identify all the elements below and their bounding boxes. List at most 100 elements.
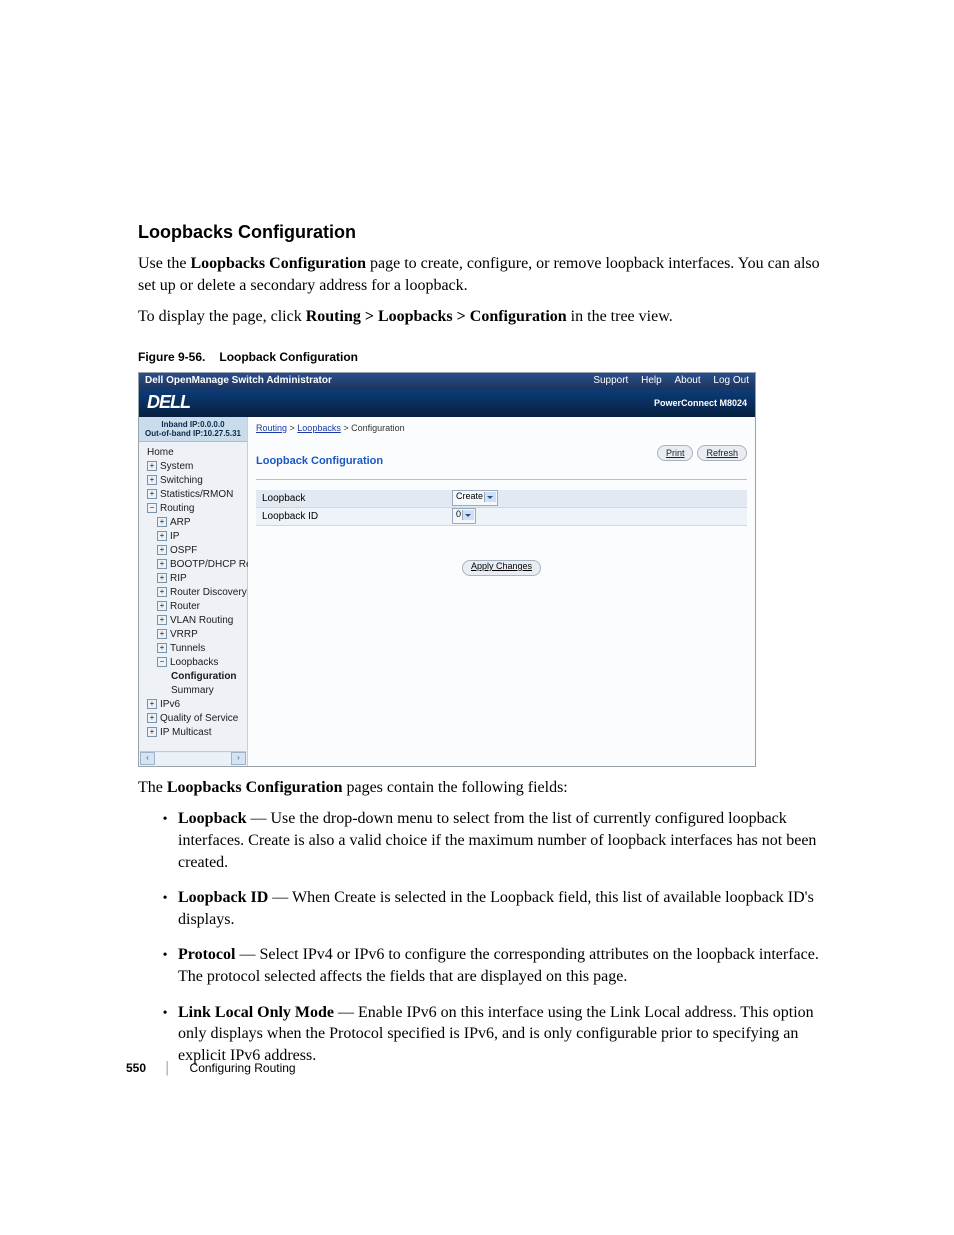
expand-icon[interactable]: + (157, 601, 167, 611)
row-loopback-id: Loopback ID 0 (256, 508, 747, 526)
list-item: Protocol — Select IPv4 or IPv6 to config… (178, 944, 834, 987)
separator: │ (164, 1061, 172, 1075)
text: Use the (138, 255, 190, 272)
expand-icon[interactable]: + (157, 587, 167, 597)
expand-icon[interactable]: + (147, 699, 157, 709)
tree-routing[interactable]: −Routing (141, 502, 245, 516)
expand-icon[interactable]: + (157, 545, 167, 555)
scroll-left-icon[interactable]: ‹ (140, 752, 155, 765)
expand-icon[interactable]: + (147, 461, 157, 471)
text: To display the page, click (138, 308, 306, 325)
screenshot: Dell OpenManage Switch Administrator Sup… (138, 372, 756, 767)
expand-icon[interactable]: + (157, 517, 167, 527)
tree-bootp[interactable]: +BOOTP/DHCP Relay Ag (141, 558, 245, 572)
ip-info: Inband IP:0.0.0.0 Out-of-band IP:10.27.5… (139, 417, 247, 442)
label: VRRP (170, 629, 198, 640)
tree-ip-multicast[interactable]: +IP Multicast (141, 726, 245, 740)
expand-icon[interactable]: + (157, 615, 167, 625)
tree-arp[interactable]: +ARP (141, 516, 245, 530)
collapse-icon[interactable]: − (157, 657, 167, 667)
label: Router Discovery (170, 587, 247, 598)
link-about[interactable]: About (674, 375, 700, 386)
collapse-icon[interactable]: − (147, 503, 157, 513)
expand-icon[interactable]: + (147, 713, 157, 723)
tree-ip[interactable]: +IP (141, 530, 245, 544)
label: Configuration (171, 671, 237, 682)
expand-icon[interactable]: + (147, 475, 157, 485)
breadcrumb-routing[interactable]: Routing (256, 423, 287, 433)
row-loopback: Loopback Create (256, 490, 747, 508)
product-name: PowerConnect M8024 (654, 398, 747, 408)
link-logout[interactable]: Log Out (713, 375, 749, 386)
label-loopback-id: Loopback ID (256, 511, 452, 522)
expand-icon[interactable]: + (147, 489, 157, 499)
expand-icon[interactable]: + (157, 531, 167, 541)
tree-ipv6[interactable]: +IPv6 (141, 698, 245, 712)
label: RIP (170, 573, 187, 584)
expand-icon[interactable]: + (147, 727, 157, 737)
section-name: Configuring Routing (190, 1061, 296, 1075)
field-desc: — Select IPv4 or IPv6 to configure the c… (178, 946, 819, 985)
tree-loopbacks-configuration[interactable]: Configuration (141, 670, 245, 684)
label: IP (170, 531, 179, 542)
tree-switching[interactable]: +Switching (141, 474, 245, 488)
section-heading: Loopbacks Configuration (138, 222, 834, 243)
label: IP Multicast (160, 727, 212, 738)
list-item: Loopback ID — When Create is selected in… (178, 887, 834, 930)
text: The (138, 779, 167, 796)
label: Routing (160, 503, 194, 514)
link-help[interactable]: Help (641, 375, 662, 386)
label: Home (147, 447, 174, 458)
breadcrumb-current: Configuration (351, 423, 405, 433)
scroll-right-icon[interactable]: › (231, 752, 246, 765)
label: OSPF (170, 545, 197, 556)
field-name: Link Local Only Mode (178, 1004, 334, 1021)
expand-icon[interactable]: + (157, 643, 167, 653)
label-loopback: Loopback (256, 493, 452, 504)
tree-rip[interactable]: +RIP (141, 572, 245, 586)
field-list: Loopback — Use the drop-down menu to sel… (138, 808, 834, 1066)
tree-router[interactable]: +Router (141, 600, 245, 614)
expand-icon[interactable]: + (157, 559, 167, 569)
para-1: Use the Loopbacks Configuration page to … (138, 253, 834, 296)
breadcrumb: Routing > Loopbacks > Configuration (256, 423, 747, 433)
window-titlebar: Dell OpenManage Switch Administrator Sup… (139, 373, 755, 389)
page-footer: 550 │ Configuring Routing (126, 1061, 296, 1075)
list-item: Link Local Only Mode — Enable IPv6 on th… (178, 1002, 834, 1067)
text: in the tree view. (567, 308, 673, 325)
scroll-track[interactable] (155, 753, 231, 764)
select-loopback[interactable]: Create (452, 490, 498, 506)
link-support[interactable]: Support (593, 375, 628, 386)
text-bold: Routing > Loopbacks > Configuration (306, 308, 567, 325)
expand-icon[interactable]: + (157, 629, 167, 639)
dell-logo: DELL (147, 392, 190, 413)
figure-caption: Figure 9-56.Loopback Configuration (138, 350, 834, 364)
para-afterfig: The Loopbacks Configuration pages contai… (138, 777, 834, 799)
print-button[interactable]: Print (657, 445, 694, 461)
tree-loopbacks-summary[interactable]: Summary (141, 684, 245, 698)
sidebar: Inband IP:0.0.0.0 Out-of-band IP:10.27.5… (139, 417, 248, 766)
tree-home[interactable]: Home (141, 446, 245, 460)
apply-changes-button[interactable]: Apply Changes (462, 560, 541, 576)
tree-stats[interactable]: +Statistics/RMON (141, 488, 245, 502)
inband-ip: Inband IP:0.0.0.0 (143, 420, 243, 429)
tree-tunnels[interactable]: +Tunnels (141, 642, 245, 656)
tree-loopbacks[interactable]: −Loopbacks (141, 656, 245, 670)
expand-icon[interactable]: + (157, 573, 167, 583)
select-loopback-id[interactable]: 0 (452, 508, 476, 524)
tree-vlan-routing[interactable]: +VLAN Routing (141, 614, 245, 628)
tree-qos[interactable]: +Quality of Service (141, 712, 245, 726)
tree-system[interactable]: +System (141, 460, 245, 474)
breadcrumb-loopbacks[interactable]: Loopbacks (297, 423, 341, 433)
sidebar-scrollbar[interactable]: ‹ › (140, 751, 246, 765)
nav-tree: Home +System +Switching +Statistics/RMON… (139, 442, 247, 744)
refresh-button[interactable]: Refresh (697, 445, 747, 461)
page-number: 550 (126, 1061, 146, 1075)
tree-vrrp[interactable]: +VRRP (141, 628, 245, 642)
window-title: Dell OpenManage Switch Administrator (145, 373, 332, 389)
label: Switching (160, 475, 203, 486)
label: Loopbacks (170, 657, 218, 668)
tree-router-discovery[interactable]: +Router Discovery (141, 586, 245, 600)
tree-ospf[interactable]: +OSPF (141, 544, 245, 558)
field-name: Loopback ID (178, 889, 268, 906)
